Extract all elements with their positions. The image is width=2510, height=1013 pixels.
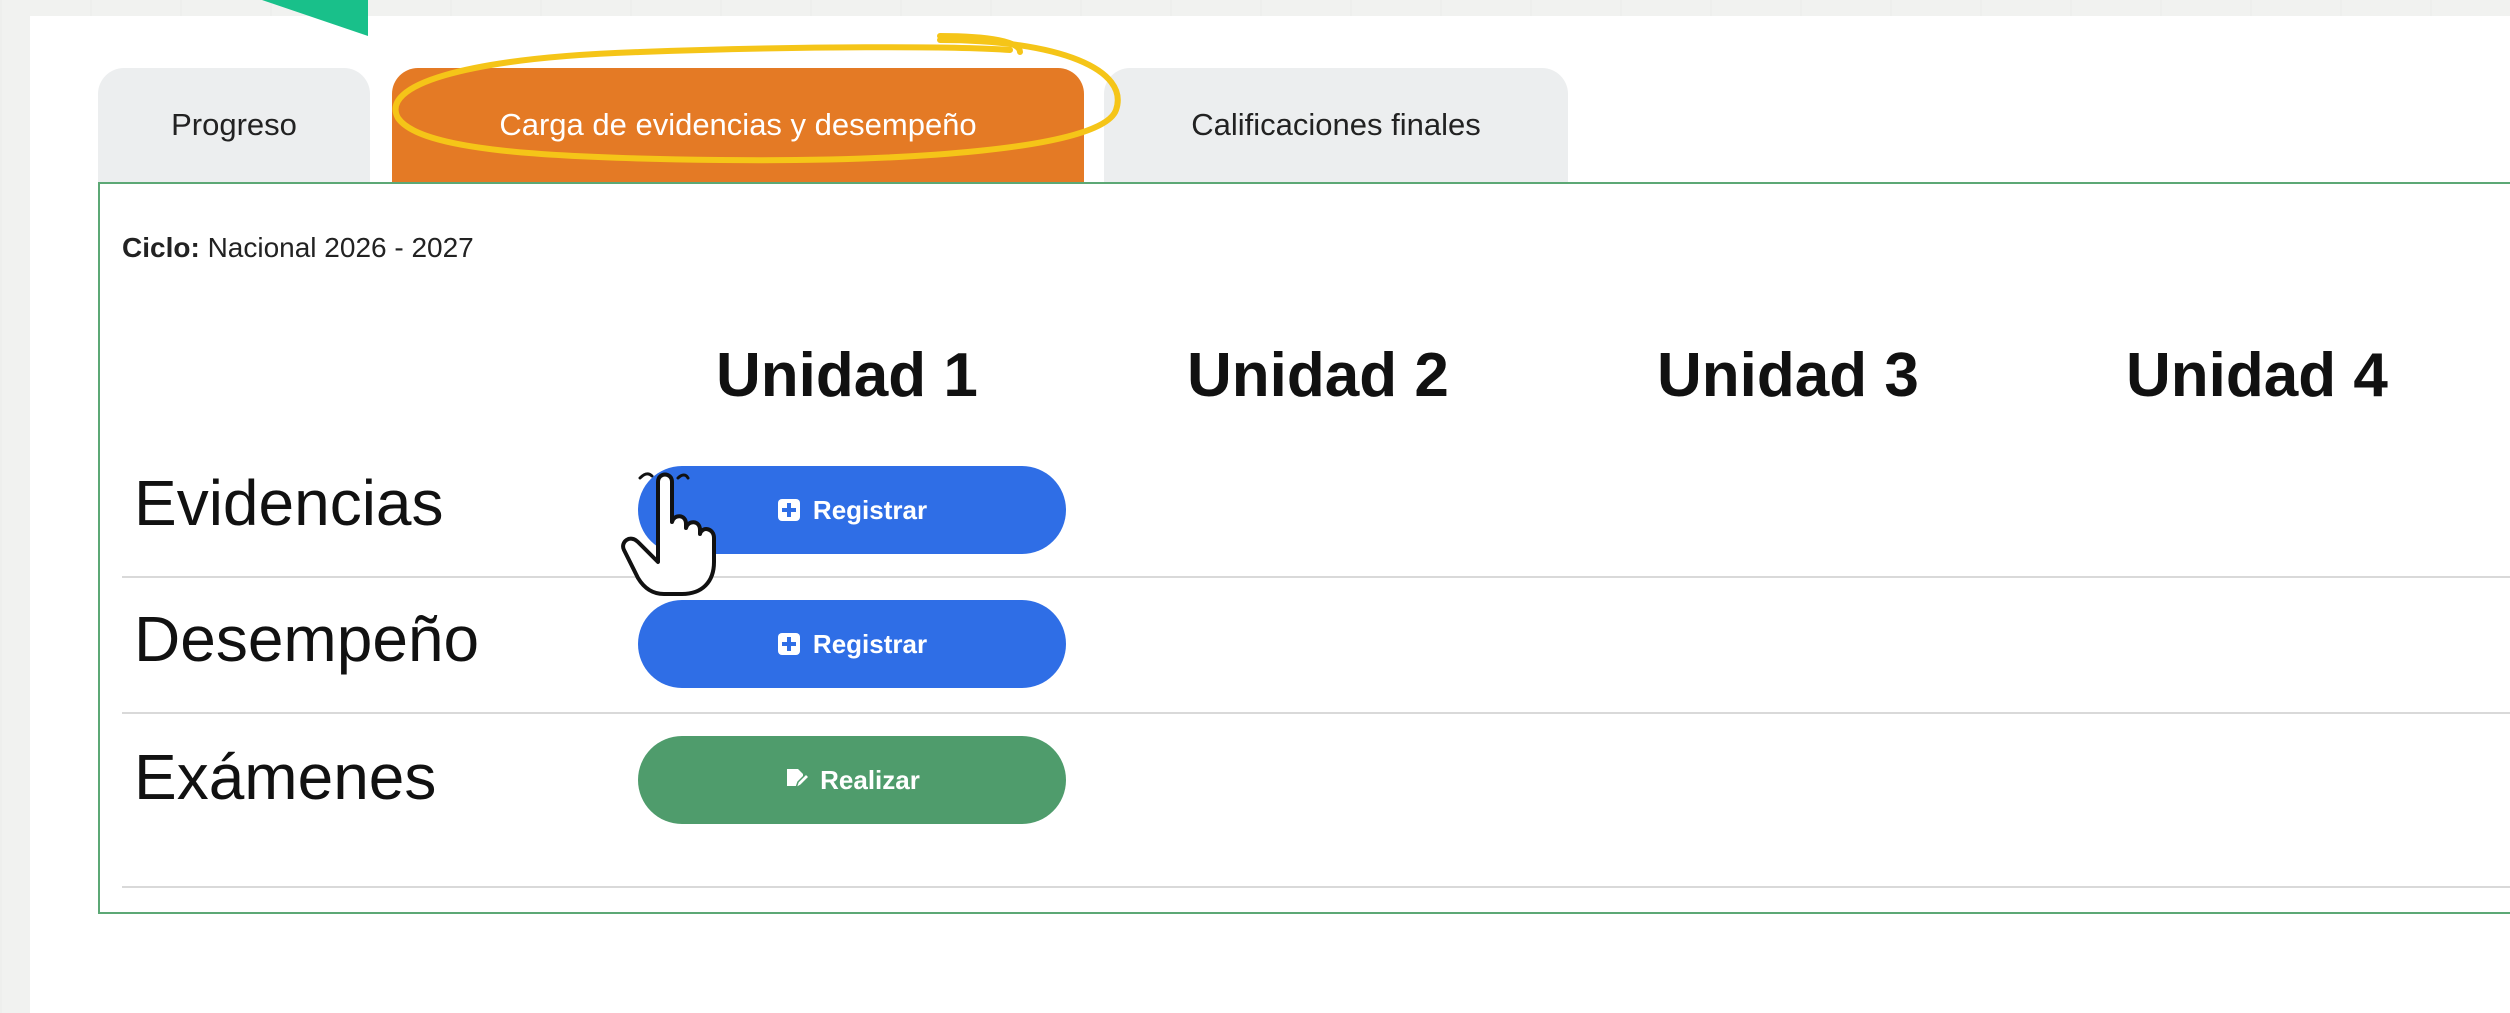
- ciclo-info: Ciclo: Nacional 2026 - 2027: [122, 232, 474, 264]
- row-divider: [122, 576, 2510, 578]
- registrar-desempeno-label: Registrar: [812, 628, 928, 659]
- ciclo-label: Ciclo:: [122, 232, 200, 263]
- row-label-desempeno: Desempeño: [134, 603, 480, 675]
- tab-calificaciones-finales[interactable]: Calificaciones finales: [1104, 68, 1568, 182]
- unit-header-3: Unidad 3: [1657, 341, 1919, 410]
- registrar-desempeno-button[interactable]: Registrar: [638, 600, 1066, 688]
- registrar-evidencias-label: Registrar: [812, 494, 928, 525]
- realizar-examenes-button[interactable]: Realizar: [638, 736, 1066, 824]
- tab-carga-evidencias[interactable]: Carga de evidencias y desempeño: [392, 68, 1084, 182]
- registrar-evidencias-button[interactable]: Registrar: [638, 466, 1066, 554]
- ciclo-value: Nacional 2026 - 2027: [207, 232, 474, 263]
- realizar-examenes-label: Realizar: [820, 764, 920, 795]
- plus-square-icon: [777, 632, 801, 656]
- tab-progreso[interactable]: Progreso: [98, 68, 370, 182]
- row-label-examenes: Exámenes: [134, 741, 437, 813]
- unit-header-1: Unidad 1: [716, 341, 978, 410]
- row-label-evidencias: Evidencias: [134, 467, 444, 539]
- unit-header-4: Unidad 4: [2126, 341, 2388, 410]
- evidencias-panel: Ciclo: Nacional 2026 - 2027 Unidad 1 Uni…: [98, 182, 2510, 914]
- row-divider: [122, 712, 2510, 714]
- edit-document-icon: [784, 768, 809, 792]
- plus-square-icon: [777, 498, 801, 522]
- row-divider: [122, 886, 2510, 888]
- annotation-arrow-icon: [262, 0, 368, 36]
- unit-header-2: Unidad 2: [1187, 341, 1449, 410]
